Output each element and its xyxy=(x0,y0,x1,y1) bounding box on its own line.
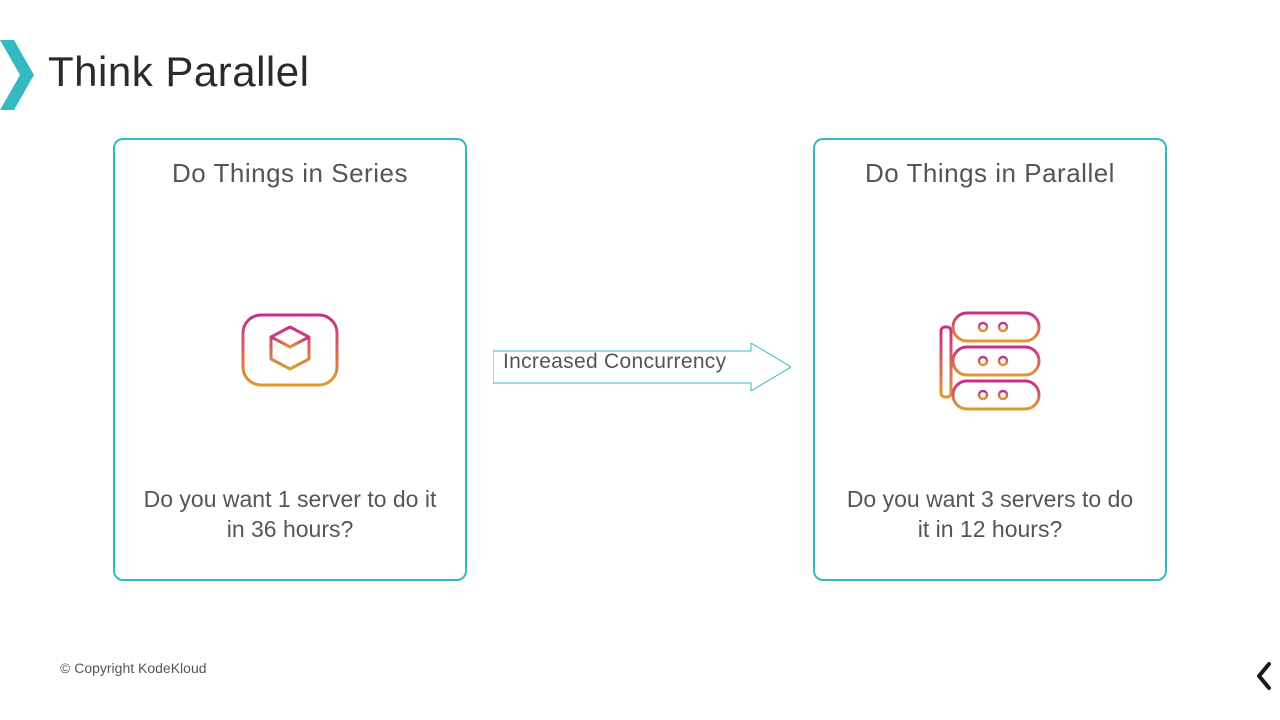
card-parallel-question: Do you want 3 servers to do it in 12 hou… xyxy=(833,485,1147,555)
nav-back-button[interactable] xyxy=(1254,662,1274,690)
card-series-question: Do you want 1 server to do it in 36 hour… xyxy=(133,485,447,555)
card-parallel: Do Things in Parallel Do you want 3 s xyxy=(813,138,1167,581)
page-title: Think Parallel xyxy=(48,48,309,96)
concurrency-arrow-label: Increased Concurrency xyxy=(503,350,726,374)
title-chevron-icon xyxy=(0,40,34,110)
card-series-title: Do Things in Series xyxy=(172,158,408,189)
monitor-cube-icon xyxy=(235,309,345,414)
server-stack-icon xyxy=(935,309,1045,420)
card-series: Do Things in Series Do you want 1 server… xyxy=(113,138,467,581)
copyright-text: © Copyright KodeKloud xyxy=(60,660,207,676)
card-parallel-title: Do Things in Parallel xyxy=(865,158,1115,189)
